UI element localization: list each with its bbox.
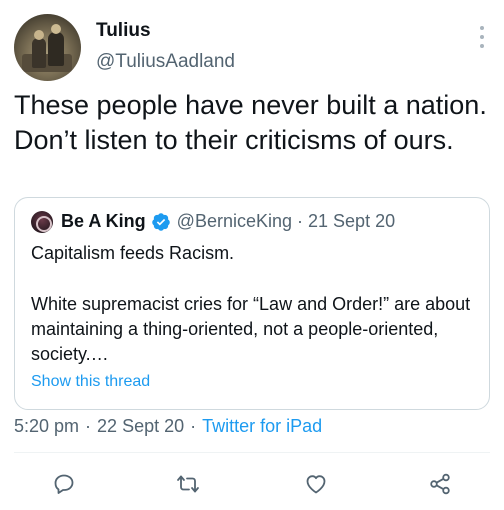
tweet-meta: 5:20 pm · 22 Sept 20 · Twitter for iPad xyxy=(14,416,322,437)
share-icon xyxy=(430,473,450,495)
quoted-separator: · xyxy=(297,211,304,231)
tweet-time[interactable]: 5:20 pm xyxy=(14,416,79,437)
divider xyxy=(14,452,490,453)
meta-separator: · xyxy=(85,416,92,436)
tweet-date[interactable]: 22 Sept 20 xyxy=(97,416,184,437)
quoted-text-body: White supremacist cries for “Law and Ord… xyxy=(31,294,471,364)
quoted-date: 21 Sept 20 xyxy=(308,211,396,231)
quoted-author-avatar xyxy=(31,211,53,233)
tweet-text: These people have never built a nation. … xyxy=(14,90,487,155)
quoted-author-name: Be A King xyxy=(61,211,146,231)
quoted-text-line1: Capitalism feeds Racism. xyxy=(31,243,235,263)
verified-badge-icon xyxy=(151,212,171,232)
share-button[interactable] xyxy=(420,464,460,504)
like-icon xyxy=(306,475,326,494)
retweet-button[interactable] xyxy=(168,464,208,504)
retweet-icon xyxy=(177,475,199,493)
author-handle[interactable]: @TuliusAadland xyxy=(96,51,235,73)
reply-button[interactable] xyxy=(44,464,84,504)
tweet-source[interactable]: Twitter for iPad xyxy=(202,416,322,437)
quoted-author-handle: @BerniceKing xyxy=(176,211,293,231)
author-avatar[interactable] xyxy=(14,14,81,81)
author-name[interactable]: Tulius xyxy=(96,20,151,42)
like-button[interactable] xyxy=(296,464,336,504)
show-thread-link[interactable]: Show this thread xyxy=(31,373,150,391)
quoted-header: Be A King @BerniceKing · 21 Sept 20 xyxy=(61,211,395,232)
reply-icon xyxy=(54,474,74,494)
more-icon[interactable] xyxy=(480,26,486,48)
action-bar xyxy=(0,464,504,504)
meta-separator: · xyxy=(190,416,197,436)
quoted-tweet[interactable]: Be A King @BerniceKing · 21 Sept 20 Capi… xyxy=(14,197,490,410)
